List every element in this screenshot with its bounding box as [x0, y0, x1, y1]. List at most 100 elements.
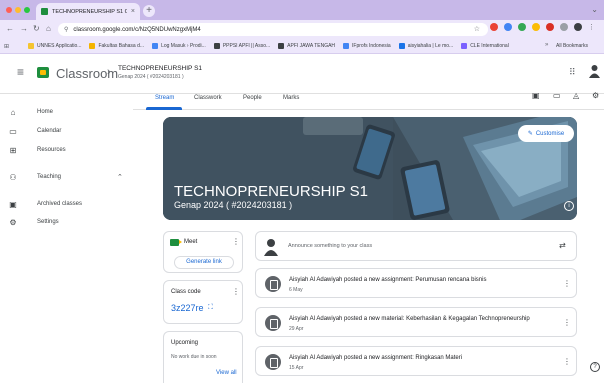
upcoming-card: Upcoming No work due in soon View all	[163, 331, 243, 383]
browser-tab-bar: TECHNOPRENEURSHIP S1 C × + ⌄	[0, 0, 604, 20]
account-avatar[interactable]	[589, 64, 600, 78]
bookmark-item[interactable]: Fakultas Bahasa d...	[89, 43, 144, 49]
bookmark-item[interactable]: CLE International	[461, 43, 509, 49]
tab-search-icon[interactable]: ⌄	[591, 5, 598, 14]
more-options-icon[interactable]: ⋮	[232, 237, 240, 246]
bookmark-label: APFI JAWA TENGAH	[287, 43, 336, 49]
fullscreen-icon[interactable]: ⛶	[208, 304, 213, 312]
apps-grid-icon[interactable]: ⊞	[4, 43, 9, 50]
repost-icon[interactable]: ⇄	[559, 241, 566, 250]
bookmark-item[interactable]: PPPSI APFI || Asso...	[213, 43, 271, 49]
sidebar-item-label: Calendar	[37, 128, 62, 134]
stream-post[interactable]: Aisyiah Al Adawiyah posted a new materia…	[255, 307, 577, 337]
sidebar-item-teaching[interactable]: ⚇ Teaching ⌃	[0, 170, 133, 184]
post-date: 29 Apr	[289, 326, 304, 332]
calendar-icon: ▭	[9, 126, 17, 136]
meet-video-icon[interactable]: ▣	[532, 91, 540, 100]
extension-icon[interactable]	[504, 23, 512, 31]
gear-icon[interactable]: ⚙	[592, 91, 599, 100]
view-all-link[interactable]: View all	[216, 370, 237, 376]
back-arrow-icon[interactable]: ←	[6, 24, 14, 33]
tab-classwork[interactable]: Classwork	[194, 95, 222, 101]
more-options-icon[interactable]: ⋮	[563, 357, 571, 366]
site-info-icon[interactable]: ⚲	[64, 26, 68, 33]
chevron-up-icon[interactable]: ⌃	[117, 173, 123, 181]
bookmark-label: Fakultas Bahasa d...	[98, 43, 145, 49]
bookmark-item[interactable]: APFI JAWA TENGAH	[278, 43, 335, 49]
announce-box[interactable]: Announce something to your class ⇄	[255, 231, 577, 261]
stream-content: TECHNOPRENEURSHIP S1 Genap 2024 ( #20242…	[133, 110, 604, 383]
upcoming-empty-text: No work due in soon	[171, 354, 217, 360]
course-banner: TECHNOPRENEURSHIP S1 Genap 2024 ( #20242…	[163, 117, 577, 220]
close-window-button[interactable]	[6, 7, 12, 13]
new-tab-button[interactable]: +	[143, 5, 155, 17]
more-options-icon[interactable]: ⋮	[563, 318, 571, 327]
user-avatar	[264, 239, 278, 256]
sidebar-item-home[interactable]: ⌂ Home	[0, 105, 133, 119]
forward-arrow-icon[interactable]: →	[20, 24, 28, 33]
bookmark-label: aisyiahalia | Le mo...	[407, 43, 454, 49]
bookmark-label: PPPSI APFI || Asso...	[222, 43, 271, 49]
sidebar-item-calendar[interactable]: ▭ Calendar	[0, 124, 133, 138]
meet-icon	[170, 239, 182, 246]
zoom-window-button[interactable]	[24, 7, 30, 13]
extension-icon[interactable]	[518, 23, 526, 31]
tab-marks[interactable]: Marks	[283, 95, 299, 101]
generate-link-button[interactable]: Generate link	[174, 256, 234, 269]
home-icon[interactable]: ⌂	[46, 24, 51, 33]
classroom-logo-icon[interactable]	[37, 67, 49, 78]
customise-button[interactable]: ✎ Customise	[518, 125, 574, 142]
browser-menu-icon[interactable]: ⋮	[588, 23, 595, 31]
bookmark-item[interactable]: aisyiahalia | Le mo...	[398, 43, 454, 49]
sidebar-item-resources[interactable]: ⊞ Resources	[0, 143, 133, 157]
stream-post[interactable]: Aisyiah Al Adawiyah posted a new assignm…	[255, 268, 577, 298]
google-apps-icon[interactable]: ⠿	[569, 67, 576, 78]
more-options-icon[interactable]: ⋮	[563, 279, 571, 288]
info-icon[interactable]: i	[564, 201, 574, 211]
bookmark-item[interactable]: IFprofs Indonesia	[343, 43, 391, 49]
meet-label: Meet	[184, 239, 198, 245]
bookmark-label: UNNES Applicatio...	[37, 43, 82, 49]
post-title: Aisyiah Al Adawiyah posted a new assignm…	[289, 277, 487, 283]
bookmark-favicon-icon	[461, 43, 468, 49]
puzzle-icon[interactable]	[560, 23, 568, 31]
extension-icon[interactable]	[532, 23, 540, 31]
browser-tab[interactable]: TECHNOPRENEURSHIP S1 C ×	[36, 3, 140, 20]
profile-icon[interactable]	[574, 23, 582, 31]
help-icon[interactable]: ?	[590, 362, 600, 372]
classroom-top-bar: ≡ Classroom › TECHNOPRENEURSHIP S1 Genap…	[0, 54, 604, 94]
bookmark-favicon-icon	[278, 43, 285, 49]
banner-subtitle: Genap 2024 ( #2024203181 )	[174, 200, 293, 210]
bookmark-favicon-icon	[343, 43, 350, 49]
bookmark-favicon-icon	[28, 43, 34, 49]
calendar-icon[interactable]: ▭	[553, 91, 561, 100]
extension-icon[interactable]	[546, 23, 554, 31]
bookmark-label: CLE International	[470, 43, 509, 49]
tab-people[interactable]: People	[243, 95, 262, 101]
more-bookmarks-icon[interactable]: »	[545, 42, 548, 48]
more-options-icon[interactable]: ⋮	[232, 287, 240, 296]
bookmark-item[interactable]: UNNES Applicatio...	[28, 43, 81, 49]
drive-icon[interactable]: ◬	[573, 91, 579, 100]
resources-icon: ⊞	[9, 145, 17, 155]
meet-card: Meet ⋮ Generate link	[163, 231, 243, 273]
archive-icon: ▣	[9, 199, 17, 209]
close-tab-icon[interactable]: ×	[131, 8, 135, 15]
reload-icon[interactable]: ↻	[33, 24, 40, 33]
sidebar: ⌂ Home ▭ Calendar ⊞ Resources ⚇ Teaching…	[0, 94, 133, 383]
course-title[interactable]: TECHNOPRENEURSHIP S1	[118, 65, 202, 72]
extension-icon[interactable]	[490, 23, 498, 31]
address-bar[interactable]: ⚲ classroom.google.com/c/NzQ5NDUwNzgxMjM…	[58, 23, 488, 36]
main-menu-icon[interactable]: ≡	[17, 65, 24, 79]
sidebar-item-archived-classes[interactable]: ▣ Archived classes	[0, 197, 133, 211]
sidebar-item-settings[interactable]: ⚙ Settings	[0, 215, 133, 229]
sidebar-item-label: Settings	[37, 219, 59, 225]
bookmark-star-icon[interactable]: ☆	[474, 25, 480, 33]
announce-placeholder: Announce something to your class	[288, 243, 373, 249]
stream-post[interactable]: Aisyiah Al Adawiyah posted a new assignm…	[255, 346, 577, 376]
bookmark-item[interactable]: Log Masuk › Prodi...	[152, 43, 206, 49]
tab-stream[interactable]: Stream	[155, 95, 174, 101]
minimize-window-button[interactable]	[15, 7, 21, 13]
all-bookmarks-link[interactable]: All Bookmarks	[556, 43, 588, 49]
sidebar-item-label: Archived classes	[37, 201, 83, 207]
